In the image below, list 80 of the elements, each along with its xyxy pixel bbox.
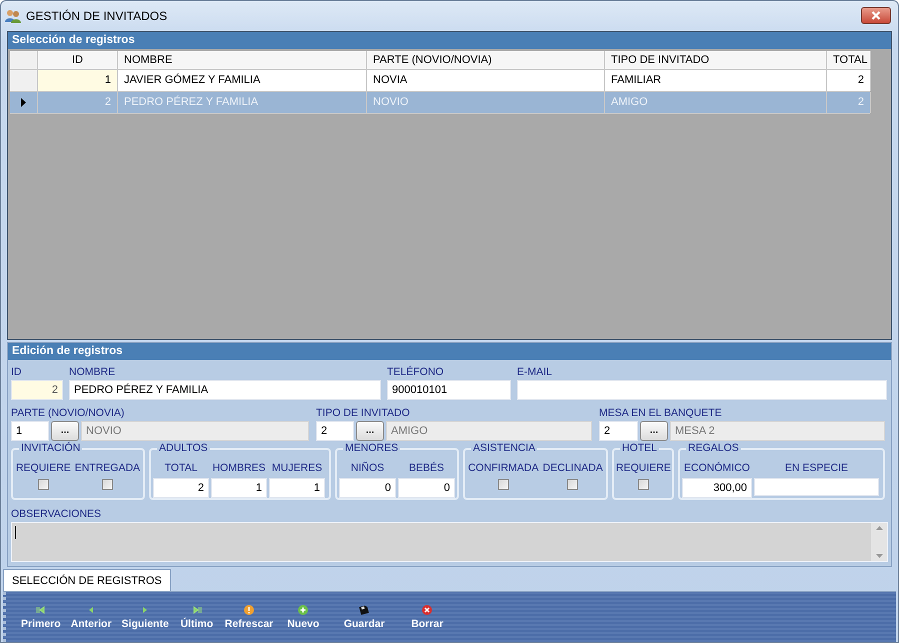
input-field[interactable]: 300,00 (682, 478, 752, 498)
table-cell: JAVIER GÓMEZ Y FAMILIA (118, 70, 367, 91)
field-label: E-MAIL (517, 366, 554, 380)
table-row[interactable]: 1 JAVIER GÓMEZ Y FAMILIA NOVIA FAMILIAR 2 (10, 70, 870, 92)
toolbar-button[interactable]: Nuevo (278, 604, 328, 630)
toolbar-button[interactable]: Anterior (66, 604, 117, 630)
field-label: TELÉFONO (387, 366, 445, 380)
input-field[interactable]: 900010101 (387, 380, 511, 400)
users-icon (5, 8, 21, 23)
table-cell: NOVIA (367, 70, 605, 91)
input-field[interactable]: 2 (11, 380, 63, 400)
field-label: NOMBRE (69, 366, 116, 380)
description-field: NOVIO (81, 421, 309, 442)
checkbox[interactable] (498, 479, 509, 490)
checkbox[interactable] (567, 479, 578, 490)
input-field[interactable] (517, 380, 887, 400)
input-field[interactable] (754, 478, 879, 496)
input-field[interactable]: 0 (398, 478, 455, 498)
input-field[interactable]: PEDRO PÉREZ Y FAMILIA (69, 380, 381, 400)
close-icon (422, 604, 432, 615)
checkbox-label: CONFIRMADA (468, 462, 539, 476)
input-field[interactable]: 2 (316, 421, 354, 442)
input-field[interactable]: 1 (11, 421, 49, 442)
lookup-button[interactable]: ... (51, 421, 79, 442)
description-field: MESA 2 (670, 421, 885, 442)
toolbar-button[interactable]: Primero (16, 604, 66, 630)
input-field[interactable]: 1 (269, 478, 325, 498)
checkbox-label: ENTREGADA (74, 462, 140, 476)
lookup-button[interactable]: ... (640, 421, 668, 442)
input-field[interactable]: 0 (339, 478, 396, 498)
panel-title: Selección de registros (8, 32, 891, 49)
field-label: OBSERVACIONES (11, 508, 102, 522)
description-field: AMIGO (386, 421, 592, 442)
checkbox-label: REQUIERE (16, 462, 71, 476)
field-label: MESA EN EL BANQUETE (599, 407, 723, 420)
close-icon (871, 11, 881, 20)
table-cell: PEDRO PÉREZ Y FAMILIA (118, 92, 367, 113)
window-title: GESTIÓN DE INVITADOS (26, 8, 168, 23)
scroll-up-icon (876, 526, 882, 530)
field-label: ECONÓMICO (683, 462, 751, 476)
input-field[interactable]: 2 (153, 478, 209, 498)
table-cell: 2 (827, 92, 871, 113)
field-label: TOTAL (164, 462, 198, 476)
checkbox-label: REQUIERE (616, 462, 671, 476)
input-field[interactable]: 2 (599, 421, 638, 442)
checkbox-label: DECLINADA (542, 462, 603, 476)
table-cell: AMIGO (605, 92, 827, 113)
field-label: ID (11, 366, 22, 380)
table-cell: 1 (38, 70, 118, 91)
toolbar-button[interactable]: Último (174, 604, 220, 630)
field-label: BEBÉS (408, 462, 446, 476)
table-cell: FAMILIAR (605, 70, 827, 91)
field-label: EN ESPECIE (784, 462, 850, 476)
field-label: MUJERES (270, 462, 324, 476)
lookup-button[interactable]: ... (356, 421, 384, 442)
first-icon (36, 604, 46, 615)
row-indicator-icon (21, 98, 26, 107)
toolbar-button[interactable]: Borrar (400, 604, 454, 630)
exclamation-icon (244, 604, 254, 615)
toolbar-button[interactable]: Guardar (328, 604, 400, 630)
input-field[interactable]: 1 (211, 478, 267, 498)
field-label: NIÑOS (350, 462, 386, 476)
checkbox[interactable] (638, 479, 649, 490)
close-button[interactable] (861, 7, 891, 24)
field-label: TIPO DE INVITADO (316, 407, 411, 420)
checkbox[interactable] (102, 479, 113, 490)
scroll-down-icon (876, 554, 882, 558)
field-label: PARTE (NOVIO/NOVIA) (11, 407, 126, 420)
panel-title: Edición de registros (8, 343, 891, 360)
plus-icon (298, 604, 308, 615)
table-cell: 2 (827, 70, 871, 91)
table-cell: 2 (38, 92, 118, 113)
table-cell: NOVIO (367, 92, 605, 113)
checkbox[interactable] (38, 479, 49, 490)
toolbar-button[interactable]: Siguiente (116, 604, 174, 630)
tab[interactable]: SELECCIÓN DE REGISTROS (3, 569, 171, 592)
last-icon (192, 604, 202, 615)
toolbar-button[interactable]: Refrescar (220, 604, 278, 630)
field-label: HOMBRES (211, 462, 267, 476)
observations-field[interactable] (11, 522, 888, 562)
